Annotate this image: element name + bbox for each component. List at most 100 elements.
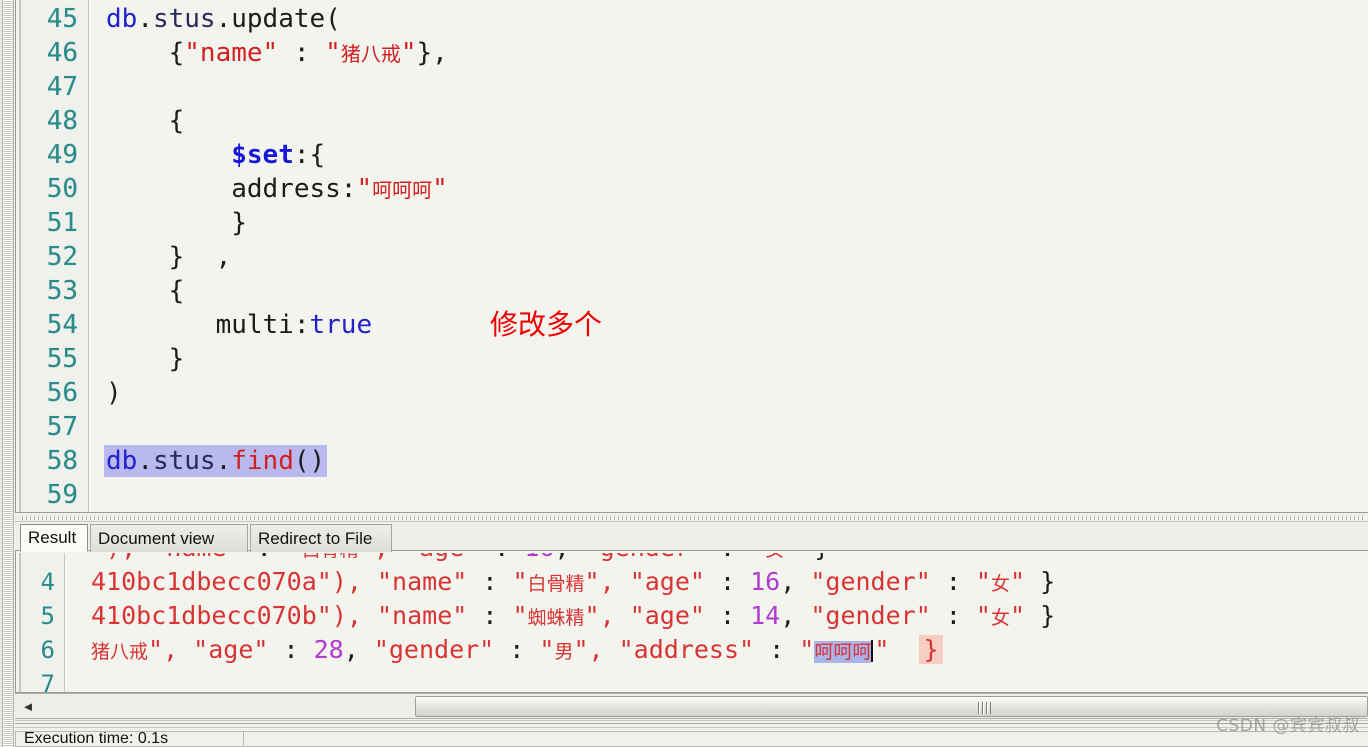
code-token: 蜘蛛精 <box>527 607 585 629</box>
code-token: : <box>467 567 513 596</box>
separator-line-2 <box>15 723 1368 724</box>
code-token: "age" <box>404 553 479 562</box>
tab-label: Redirect to File <box>258 528 373 548</box>
editor-code-line[interactable]: ) <box>106 376 122 410</box>
code-token: , <box>343 635 374 664</box>
editor-line-number: 52 <box>46 242 78 272</box>
editor-code-line[interactable]: {"name" : "猪八戒"}, <box>106 36 448 71</box>
code-token: stus <box>152 4 216 34</box>
code-token: "age" <box>193 635 269 664</box>
scrollbar-thumb[interactable] <box>415 696 1368 717</box>
editor-code-area[interactable]: db.stus.update( {"name" : "猪八戒"}, { $set… <box>90 0 1368 512</box>
code-token: { <box>106 38 185 68</box>
code-token: : <box>242 553 287 562</box>
sql-console-window: 45 46 47 48 49 50 51 52 53 54 55 56 57 58 59 db.stus.u… <box>0 0 1368 747</box>
code-token: " <box>432 174 448 204</box>
editor-code-line[interactable]: $set:{ <box>106 138 325 172</box>
code-token: } <box>106 344 185 374</box>
code-token: : <box>704 567 751 596</box>
code-token: $set <box>231 140 294 170</box>
editor-code-line[interactable]: } <box>106 206 247 240</box>
selected-text-highlight: db.stus.find() <box>104 445 328 477</box>
tab-redirect-to-file[interactable]: Redirect to File <box>250 524 392 552</box>
code-token: , <box>780 601 811 630</box>
code-token: . <box>215 4 232 34</box>
code-token: multi: <box>106 310 310 340</box>
result-line-number: 4 <box>40 568 55 596</box>
separator-line-1 <box>15 720 1368 721</box>
editor-code-line[interactable]: db.stus.update( <box>106 2 341 36</box>
code-token: " <box>512 567 528 596</box>
editor-line-number: 57 <box>46 412 78 442</box>
code-token: "), <box>91 553 151 562</box>
pane-splitter[interactable] <box>15 512 1368 522</box>
editor-code-line[interactable]: multi:true <box>106 308 373 342</box>
code-token: } <box>106 208 247 238</box>
tab-result[interactable]: Result <box>20 524 88 552</box>
status-bar: Execution time: 0.1s <box>15 731 1368 747</box>
editor-line-number: 54 <box>46 310 78 340</box>
editor-code-line[interactable]: address:"呵呵呵" <box>106 172 448 207</box>
code-token: " <box>512 601 528 630</box>
editor-code-line[interactable]: db.stus.find() <box>104 444 328 478</box>
result-output-pane: 4567 "), "name" : "白骨精", "age" : 16, "ge… <box>15 550 1368 693</box>
tab-document-view[interactable]: Document view <box>90 524 248 552</box>
code-token: : <box>930 601 976 630</box>
editor-line-number: 58 <box>46 446 78 476</box>
scrollbar-thumb-grip-icon <box>978 702 991 714</box>
code-token: ) <box>106 378 122 408</box>
code-token: " <box>874 635 920 664</box>
splitter-grip-icon <box>21 516 1366 520</box>
code-token: " <box>287 553 302 562</box>
editor-code-line[interactable]: { <box>106 104 185 138</box>
result-output-line[interactable]: 猪八戒", "age" : 28, "gender" : "男", "addre… <box>91 633 943 669</box>
status-bar-right-cell <box>243 731 1368 747</box>
tab-label: Document view <box>98 528 215 548</box>
code-token: "age" <box>629 567 705 596</box>
result-horizontal-scrollbar[interactable]: ◄ <box>15 693 1368 719</box>
code-token: () <box>293 446 326 476</box>
code-token: } <box>1040 601 1056 630</box>
code-token: " <box>799 635 815 664</box>
window-left-scrollbar[interactable] <box>0 0 15 747</box>
editor-line-number: 46 <box>46 38 78 68</box>
separator-line-3 <box>15 727 1368 728</box>
code-token: :{ <box>293 140 326 170</box>
editor-line-number: 53 <box>46 276 78 306</box>
code-token: db <box>106 4 138 34</box>
code-token: }, <box>416 38 448 68</box>
code-token: " <box>975 601 991 630</box>
result-output-inner: 4567 "), "name" : "白骨精", "age" : 16, "ge… <box>19 553 1368 692</box>
result-output-line[interactable]: 410bc1dbecc070a"), "name" : "白骨精", "age"… <box>91 565 1055 601</box>
editor-code-line[interactable]: { <box>106 274 185 308</box>
editor-code-line[interactable]: } , <box>106 240 232 274</box>
result-code-area[interactable]: "), "name" : "白骨精", "age" : 16, "gender"… <box>66 553 1368 692</box>
code-token: ", <box>573 635 619 664</box>
code-token: 白骨精 <box>527 573 585 595</box>
code-token: { <box>106 276 185 306</box>
scroll-left-arrow-icon[interactable]: ◄ <box>17 695 39 717</box>
editor-code-line[interactable]: } <box>106 342 185 376</box>
code-token: { <box>106 106 185 136</box>
bottom-separator-band <box>15 719 1368 731</box>
code-token: , <box>780 567 811 596</box>
scrollbar-track[interactable] <box>2 0 14 747</box>
script-editor-pane: 45 46 47 48 49 50 51 52 53 54 55 56 57 58 59 db.stus.u… <box>15 0 1368 512</box>
code-token: "name" <box>377 601 468 630</box>
code-token: " <box>356 174 373 204</box>
code-token: true <box>309 310 373 340</box>
code-token: 16 <box>750 567 781 596</box>
code-token: "address" <box>618 635 755 664</box>
code-token: "), <box>316 567 377 596</box>
code-token: " <box>750 553 765 562</box>
editor-line-number: 51 <box>46 208 78 238</box>
code-token: : <box>268 635 314 664</box>
editor-line-number: 56 <box>46 378 78 408</box>
code-token: 14 <box>750 601 781 630</box>
result-output-line[interactable]: 410bc1dbecc070b"), "name" : "蜘蛛精", "age"… <box>91 599 1055 635</box>
bracket-match-highlight: } <box>919 635 943 664</box>
editor-line-number: 59 <box>46 480 78 510</box>
code-token: : <box>754 635 800 664</box>
code-token: "age" <box>629 601 705 630</box>
